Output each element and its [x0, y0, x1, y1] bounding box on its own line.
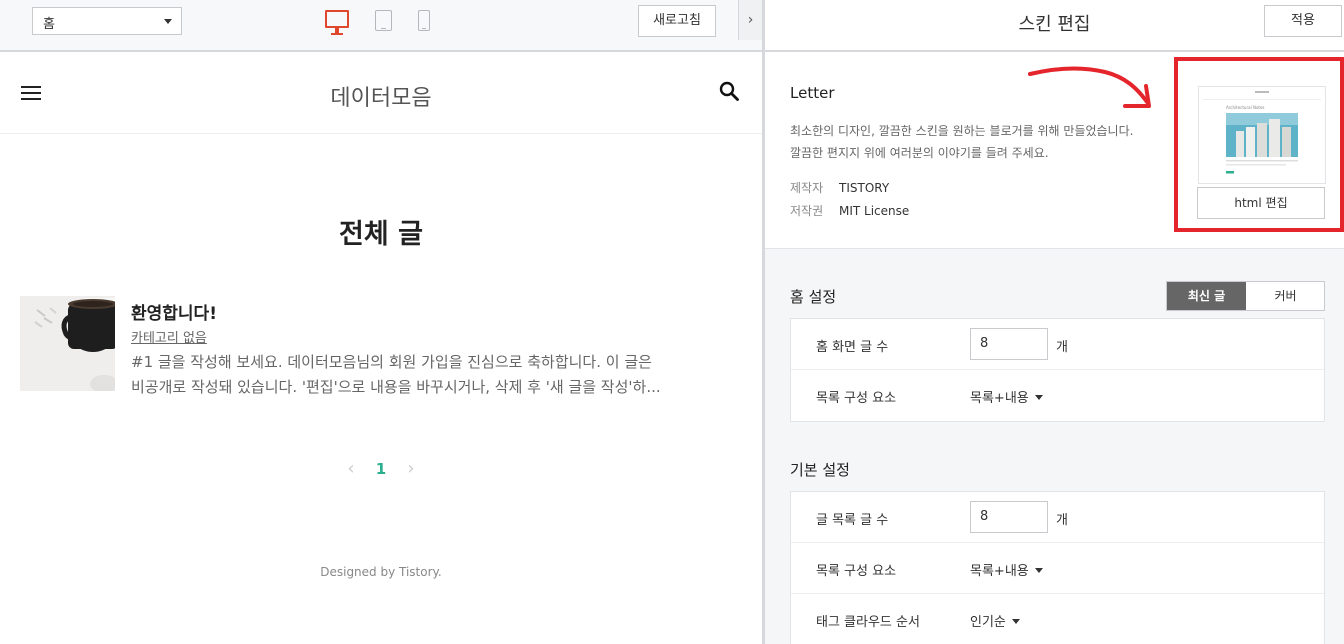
pagination: ‹ 1 › — [0, 458, 762, 479]
blog-title[interactable]: 데이터모음 — [0, 80, 762, 112]
home-post-count-input[interactable]: 8 — [970, 328, 1048, 360]
skin-preview-highlight: Architectural Notes html 편집 — [1174, 57, 1344, 232]
home-settings-panel: 홈 화면 글 수 8 개 목록 구성 요소 목록+내용 — [790, 318, 1325, 422]
tag-cloud-order-row: 태그 클라우드 순서 인기순 — [791, 594, 1324, 644]
list-post-count-unit: 개 — [1056, 513, 1068, 528]
tag-cloud-order-value: 인기순 — [970, 615, 1006, 630]
home-list-elements-label: 목록 구성 요소 — [816, 391, 897, 406]
skin-license-key: 저작권 — [790, 204, 824, 218]
desktop-icon[interactable] — [325, 10, 349, 35]
home-settings-label: 홈 설정 — [790, 288, 837, 306]
home-mode-toggle: 최신 글 커버 — [1166, 281, 1325, 311]
blog-preview-pane: 홈 새로고침 › 데이터모음 전체 글 환영합니다! 카테고리 없음 #1 글을… — [0, 0, 762, 644]
post-excerpt-line: 비공개로 작성돼 있습니다. '편집'으로 내용을 바꾸시거나, 삭제 후 '새… — [131, 378, 661, 396]
list-post-count-label: 글 목록 글 수 — [816, 513, 889, 528]
mobile-icon[interactable] — [418, 10, 430, 31]
skin-info: Letter 최소한의 디자인, 깔끔한 스킨을 원하는 블로거를 위해 만들었… — [765, 52, 1344, 249]
post-category-link[interactable]: 카테고리 없음 — [131, 327, 207, 346]
skin-description-line: 최소한의 디자인, 깔끔한 스킨을 원하는 블로거를 위해 만들었습니다. — [790, 124, 1134, 138]
editor-header: 스킨 편집 적용 — [765, 0, 1344, 52]
skin-maker-value: TISTORY — [839, 181, 890, 195]
list-elements-select[interactable]: 목록+내용 — [970, 560, 1043, 579]
blog-header: 데이터모음 — [0, 52, 762, 134]
skin-maker: 제작자 TISTORY — [790, 179, 889, 196]
chevron-right-icon[interactable]: › — [396, 458, 426, 479]
search-icon[interactable] — [719, 81, 739, 101]
home-list-elements-row: 목록 구성 요소 목록+내용 — [791, 370, 1324, 421]
skin-description-line: 깔끔한 편지지 위에 여러분의 이야기를 들려 주세요. — [790, 146, 1049, 160]
list-post-count-row: 글 목록 글 수 8 개 — [791, 492, 1324, 543]
caret-down-icon — [1034, 395, 1043, 400]
basic-settings-label: 기본 설정 — [790, 461, 850, 479]
section-title: 전체 글 — [339, 219, 423, 250]
post-excerpt[interactable]: #1 글을 작성해 보세요. 데이터모음님의 회원 가입을 진심으로 축하합니다… — [131, 350, 743, 400]
skin-name: Letter — [790, 84, 835, 102]
caret-down-icon — [1011, 619, 1020, 624]
caret-down-icon — [1034, 568, 1043, 573]
home-post-count-label: 홈 화면 글 수 — [816, 340, 889, 355]
page-select[interactable]: 홈 — [32, 7, 182, 35]
annotation-arrow-icon — [1028, 66, 1151, 108]
html-edit-button[interactable]: html 편집 — [1197, 187, 1325, 219]
chevron-left-icon[interactable]: ‹ — [336, 458, 366, 479]
skin-description: 최소한의 디자인, 깔끔한 스킨을 원하는 블로거를 위해 만들었습니다. 깔끔… — [790, 120, 1133, 164]
collapse-panel-button[interactable]: › — [738, 0, 762, 40]
home-post-count-unit: 개 — [1056, 340, 1068, 355]
preview-toolbar: 홈 새로고침 › — [0, 0, 762, 52]
refresh-button[interactable]: 새로고침 — [638, 5, 716, 37]
list-post-count-input[interactable]: 8 — [970, 501, 1048, 533]
skin-license-value: MIT License — [839, 204, 910, 218]
post-title[interactable]: 환영합니다! — [131, 299, 217, 324]
chevron-down-icon — [164, 19, 172, 24]
basic-settings-panel: 글 목록 글 수 8 개 목록 구성 요소 목록+내용 태그 클라우드 순서 인… — [790, 491, 1325, 644]
list-elements-value: 목록+내용 — [970, 564, 1029, 579]
list-elements-label: 목록 구성 요소 — [816, 564, 897, 579]
list-elements-row: 목록 구성 요소 목록+내용 — [791, 543, 1324, 594]
toggle-latest-posts[interactable]: 최신 글 — [1167, 282, 1246, 310]
skin-editor-pane: 스킨 편집 적용 Letter 최소한의 디자인, 깔끔한 스킨을 원하는 블로… — [765, 0, 1344, 644]
tag-cloud-order-label: 태그 클라우드 순서 — [816, 615, 920, 630]
post-thumbnail[interactable] — [20, 296, 115, 391]
page-select-value: 홈 — [43, 17, 55, 32]
footer-credit: Designed by Tistory. — [320, 565, 442, 579]
skin-thumbnail-caption: Architectural Notes — [1226, 105, 1265, 110]
home-list-elements-value: 목록+내용 — [970, 391, 1029, 406]
skin-maker-key: 제작자 — [790, 181, 824, 195]
skin-thumbnail[interactable]: Architectural Notes — [1198, 86, 1326, 184]
tag-cloud-order-select[interactable]: 인기순 — [970, 611, 1020, 630]
home-post-count-row: 홈 화면 글 수 8 개 — [791, 319, 1324, 370]
skin-license: 저작권 MIT License — [790, 202, 909, 219]
home-list-elements-select[interactable]: 목록+내용 — [970, 387, 1043, 406]
editor-title: 스킨 편집 — [1018, 14, 1091, 35]
tablet-icon[interactable] — [375, 10, 392, 31]
post-excerpt-line: #1 글을 작성해 보세요. 데이터모음님의 회원 가입을 진심으로 축하합니다… — [131, 353, 652, 371]
toggle-cover[interactable]: 커버 — [1246, 282, 1325, 310]
page-number-current[interactable]: 1 — [366, 460, 396, 478]
apply-button[interactable]: 적용 — [1264, 5, 1342, 37]
